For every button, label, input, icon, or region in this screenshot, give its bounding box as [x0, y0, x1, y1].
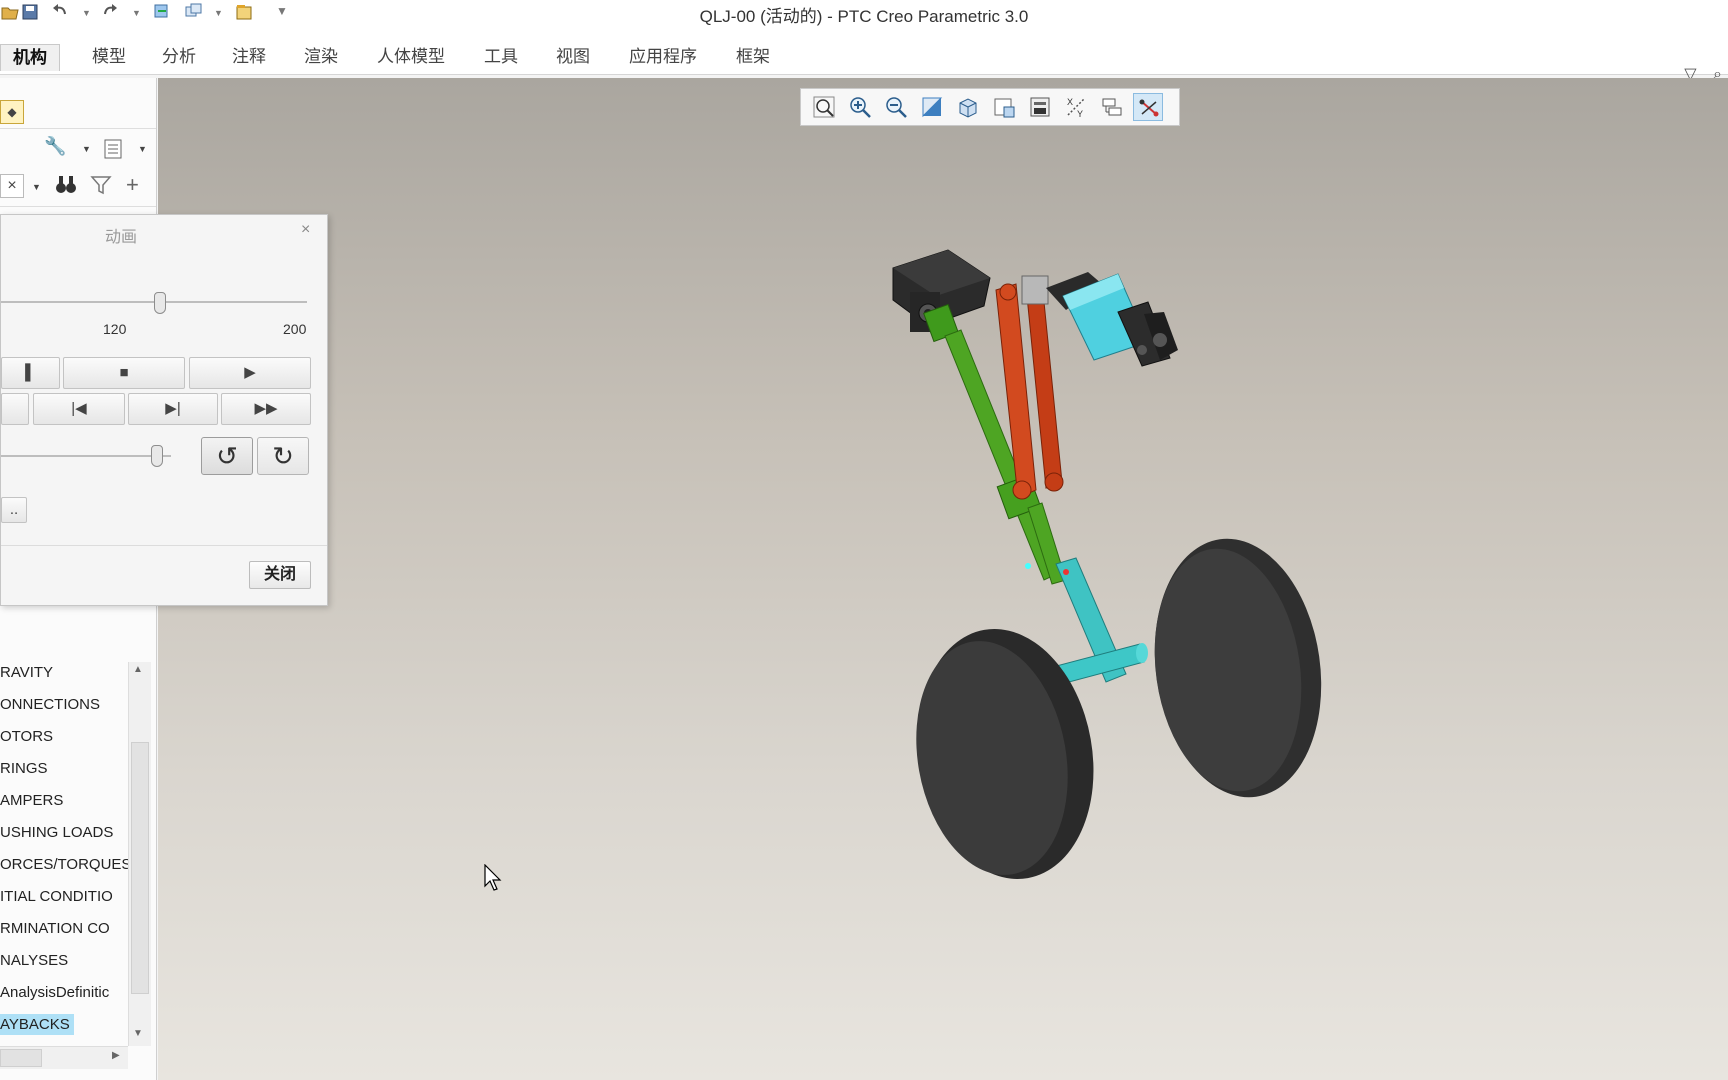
hydraulic-cylinder[interactable] [1046, 272, 1178, 367]
folder-browser-icon[interactable]: ◆ [0, 100, 24, 124]
loop-button[interactable]: ↺ [201, 437, 253, 475]
mechanism-model[interactable] [158, 78, 1728, 1080]
tab-annotate[interactable]: 注释 [220, 44, 278, 70]
frame-max-label: 200 [283, 321, 307, 337]
tree-horizontal-scrollbar[interactable]: ▶ [0, 1046, 128, 1069]
saved-views-icon[interactable] [989, 93, 1019, 121]
frame-min-label: 120 [103, 321, 127, 337]
tab-mechanism[interactable]: 机构 [0, 44, 60, 71]
tree-item-connections[interactable]: ONNECTIONS [0, 692, 100, 718]
tab-model[interactable]: 模型 [80, 44, 138, 70]
tree-item-motors[interactable]: OTORS [0, 724, 53, 750]
repaint-icon[interactable] [917, 93, 947, 121]
add-icon[interactable]: + [126, 172, 139, 198]
fast-forward-button[interactable]: ▶▶ [221, 393, 311, 425]
dialog-title: 动画 [104, 229, 137, 246]
animation-dialog: 动画 × 120 200 ▌ ■ ▶ |◀ ▶| ▶▶ ↺ ↻ .. 关闭 [0, 214, 328, 606]
svg-text:X: X [1067, 97, 1073, 107]
tree-item-initial-conditions[interactable]: ITIAL CONDITIO [0, 884, 113, 910]
tab-applications[interactable]: 应用程序 [616, 44, 710, 70]
speed-slider-thumb[interactable] [151, 445, 163, 467]
settings-tool-icon[interactable]: 🔧 [44, 136, 66, 157]
close-button[interactable]: 关闭 [249, 561, 311, 589]
tab-manikin[interactable]: 人体模型 [364, 44, 458, 70]
scroll-right-icon[interactable]: ▶ [112, 1050, 120, 1061]
dialog-close-icon[interactable]: × [301, 221, 310, 239]
datum-display-icon[interactable]: XY [1061, 93, 1091, 121]
graphics-viewport[interactable] [158, 78, 1728, 1080]
tab-framework[interactable]: 框架 [724, 44, 782, 70]
tree-item-analyses[interactable]: NALYSES [0, 948, 68, 974]
first-frame-button[interactable]: |◀ [33, 393, 125, 425]
filter-icon[interactable] [90, 174, 112, 201]
zoom-in-icon[interactable] [845, 93, 875, 121]
play-backward-button[interactable]: ▌ [1, 357, 60, 389]
speed-slider-track[interactable] [1, 455, 171, 457]
tree-columns-dropdown-icon[interactable]: ▼ [138, 144, 147, 154]
tree-item-playbacks[interactable]: AYBACKS [0, 1012, 74, 1038]
mechanism-tree: RAVITY ONNECTIONS OTORS RINGS AMPERS USH… [0, 660, 128, 1045]
tree-vertical-scrollbar[interactable]: ▲ ▼ [128, 662, 151, 1046]
view-manager-icon[interactable] [1025, 93, 1055, 121]
capture-button[interactable]: .. [1, 497, 27, 523]
tree-item-springs[interactable]: RINGS [0, 756, 48, 782]
wheel-right[interactable] [1139, 528, 1338, 808]
tree-item-forces-torques[interactable]: ORCES/TORQUES [0, 852, 128, 878]
wheel-left[interactable] [899, 615, 1113, 893]
svg-text:Y: Y [1077, 109, 1083, 119]
refit-icon[interactable] [809, 93, 839, 121]
rewind-button[interactable] [1, 393, 29, 425]
hscroll-thumb[interactable] [0, 1049, 42, 1067]
play-button[interactable]: ▶ [189, 357, 311, 389]
scroll-up-icon[interactable]: ▲ [133, 664, 143, 675]
tree-item-dampers[interactable]: AMPERS [0, 788, 63, 814]
reverse-button[interactable]: ↻ [257, 437, 309, 475]
scroll-thumb[interactable] [131, 742, 149, 994]
filter-dropdown-icon[interactable]: ▼ [32, 182, 41, 192]
mechanism-display-icon[interactable] [1133, 93, 1163, 121]
find-icon[interactable] [54, 174, 78, 201]
clear-filter-icon[interactable]: × [0, 174, 24, 198]
stop-button[interactable]: ■ [63, 357, 185, 389]
zoom-out-icon[interactable] [881, 93, 911, 121]
tree-item-bushing-loads[interactable]: USHING LOADS [0, 820, 113, 846]
tab-render[interactable]: 渲染 [292, 44, 350, 70]
scroll-down-icon[interactable]: ▼ [133, 1028, 143, 1039]
tree-item-gravity[interactable]: RAVITY [0, 660, 53, 686]
tree-item-termination-conditions[interactable]: RMINATION CO [0, 916, 110, 942]
frame-slider-thumb[interactable] [154, 292, 166, 314]
tab-tools[interactable]: 工具 [472, 44, 530, 70]
title-bar: ▼ ▼ ▼ ▼ QLJ-00 (活动的) - PTC Creo Parametr… [0, 0, 1728, 26]
tab-view[interactable]: 视图 [544, 44, 602, 70]
display-style-icon[interactable] [953, 93, 983, 121]
graphics-toolbar: XY [800, 88, 1180, 126]
tab-analysis[interactable]: 分析 [150, 44, 208, 70]
tree-item-analysis-definition[interactable]: AnalysisDefinitic [0, 980, 109, 1006]
last-frame-button[interactable]: ▶| [128, 393, 218, 425]
mouse-cursor-icon [484, 863, 504, 897]
tree-columns-icon[interactable] [102, 138, 124, 165]
settings-dropdown-icon[interactable]: ▼ [82, 144, 91, 154]
ribbon: 机构 模型 分析 注释 渲染 人体模型 工具 视图 应用程序 框架 ▽ ⌕ [0, 26, 1728, 83]
spin-center-icon[interactable] [1097, 93, 1127, 121]
window-title: QLJ-00 (活动的) - PTC Creo Parametric 3.0 [699, 7, 1029, 26]
